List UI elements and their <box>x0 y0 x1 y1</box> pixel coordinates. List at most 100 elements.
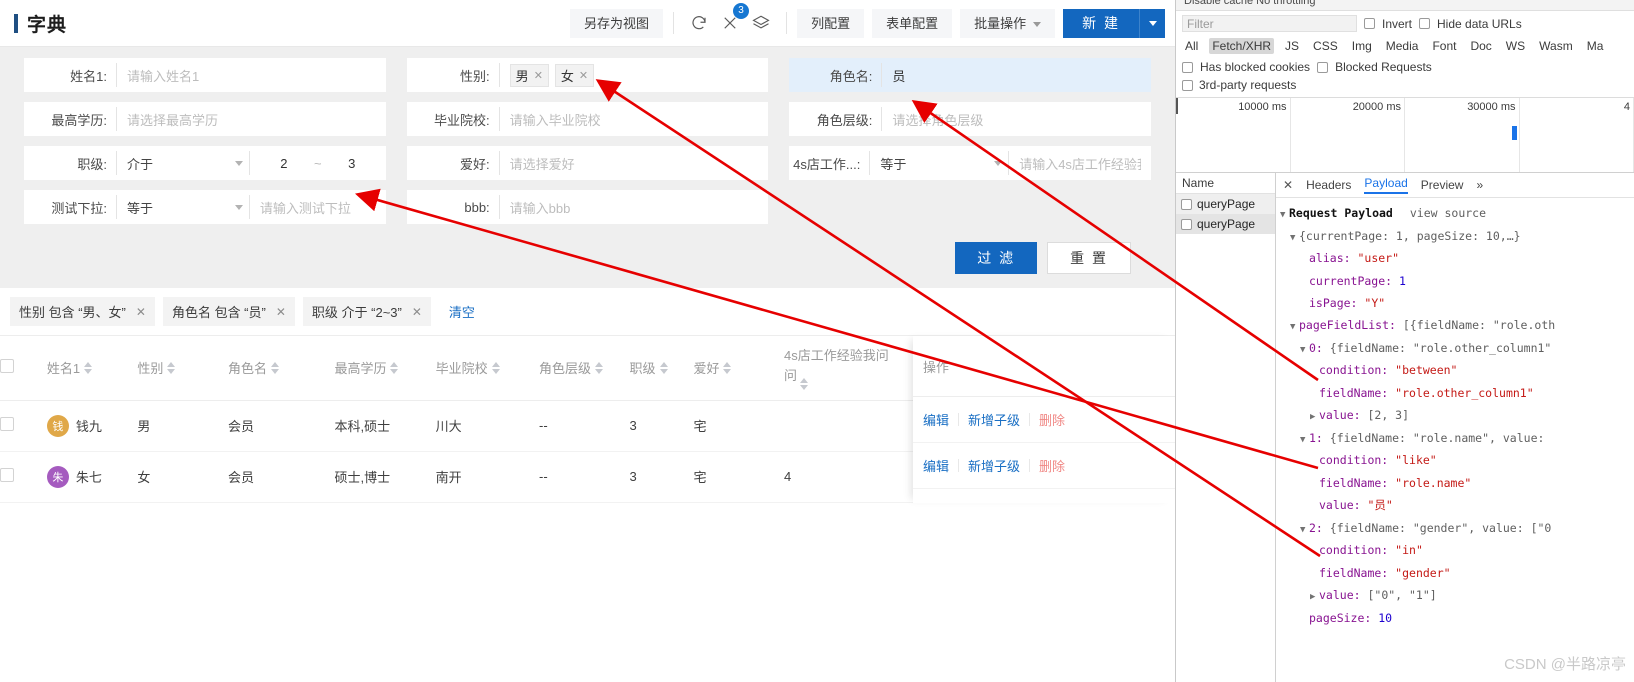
rank-from-input[interactable]: 2 <box>260 156 308 171</box>
sort-icon[interactable] <box>390 361 399 374</box>
save-as-view-button[interactable]: 另存为视图 <box>570 8 664 38</box>
sort-icon[interactable] <box>800 377 808 390</box>
type-filter-ws[interactable]: WS <box>1503 38 1528 54</box>
close-icon[interactable]: ✕ <box>412 305 422 319</box>
experience-input[interactable]: 请输入4s店工作经验我问问 <box>1019 154 1141 173</box>
column-config-button[interactable]: 列配置 <box>797 8 865 38</box>
search-input[interactable]: 请输入姓名1 <box>127 66 199 85</box>
col-header-hobby[interactable]: 爱好 <box>693 336 784 401</box>
close-icon[interactable]: ✕ <box>1283 178 1293 192</box>
filter-chip-gender[interactable]: 性别 包含 “男、女” ✕ <box>10 297 155 326</box>
refresh-icon[interactable] <box>690 14 708 32</box>
field-4s-experience[interactable]: 4s店工作...: 等于 请输入4s店工作经验我问问 <box>789 146 1152 180</box>
clear-filters-link[interactable]: 清空 <box>449 302 475 321</box>
sort-icon[interactable] <box>167 361 176 374</box>
has-blocked-cookies-checkbox[interactable] <box>1182 61 1193 73</box>
rank-range[interactable]: 2 ~ 3 <box>248 151 386 175</box>
col-header-school[interactable]: 毕业院校 <box>435 336 539 401</box>
view-source-link[interactable]: view source <box>1410 206 1486 220</box>
field-rank[interactable]: 职级: 介于 2 ~ 3 <box>24 146 386 180</box>
create-button[interactable]: 新 建 <box>1063 8 1139 38</box>
type-filter-font[interactable]: Font <box>1429 38 1459 54</box>
close-icon[interactable]: ✕ <box>276 305 286 319</box>
field-hobby-control[interactable]: 请选择爱好 <box>498 151 769 175</box>
edit-link[interactable]: 编辑 <box>923 456 949 475</box>
delete-link[interactable]: 删除 <box>1039 410 1065 429</box>
tab-payload[interactable]: Payload <box>1364 176 1408 194</box>
request-checkbox[interactable] <box>1181 218 1192 230</box>
col-header-rank[interactable]: 职级 <box>629 336 694 401</box>
col-header-education[interactable]: 最高学历 <box>334 336 436 401</box>
field-name1[interactable]: 姓名1: 请输入姓名1 <box>24 58 386 92</box>
type-filter-fetch-xhr[interactable]: Fetch/XHR <box>1209 38 1275 54</box>
field-test-dropdown[interactable]: 测试下拉: 等于 请输入测试下拉 <box>24 190 386 224</box>
close-icon[interactable]: ✕ <box>579 69 588 82</box>
type-filter-manifest[interactable]: Ma <box>1584 38 1607 54</box>
gender-tag-male[interactable]: 男 ✕ <box>509 63 549 87</box>
list-item[interactable]: queryPage <box>1176 214 1275 234</box>
chevron-down-icon[interactable] <box>1300 522 1309 540</box>
chevron-down-icon[interactable] <box>1280 207 1289 225</box>
experience-condition-select[interactable]: 等于 <box>869 151 1008 175</box>
filter-chip-rank[interactable]: 职级 介于 “2~3” ✕ <box>302 297 431 326</box>
row-checkbox[interactable] <box>0 468 14 482</box>
sort-icon[interactable] <box>84 361 93 374</box>
sort-icon[interactable] <box>659 361 668 374</box>
tab-preview[interactable]: Preview <box>1421 178 1464 192</box>
tab-headers[interactable]: Headers <box>1306 178 1351 192</box>
reset-button[interactable]: 重 置 <box>1047 242 1131 274</box>
rank-condition-select[interactable]: 介于 <box>116 151 249 175</box>
request-checkbox[interactable] <box>1181 198 1192 210</box>
field-school[interactable]: 毕业院校: 请输入毕业院校 <box>406 102 769 136</box>
type-filter-img[interactable]: Img <box>1349 38 1375 54</box>
delete-link[interactable]: 删除 <box>1039 456 1065 475</box>
type-filter-media[interactable]: Media <box>1383 38 1422 54</box>
type-filter-wasm[interactable]: Wasm <box>1536 38 1576 54</box>
chevron-right-icon[interactable] <box>1310 409 1319 427</box>
layers-icon[interactable] <box>752 14 770 32</box>
field-role-name-control[interactable]: 员 <box>881 63 1151 87</box>
chevron-down-icon[interactable] <box>1300 432 1309 450</box>
close-icon[interactable]: ✕ <box>534 69 543 82</box>
rank-to-input[interactable]: 3 <box>328 156 376 171</box>
sort-icon[interactable] <box>595 361 603 374</box>
type-filter-css[interactable]: CSS <box>1310 38 1341 54</box>
sort-icon[interactable] <box>270 361 279 374</box>
field-education[interactable]: 最高学历: 请选择最高学历 <box>24 102 386 136</box>
chevron-right-icon[interactable] <box>1310 589 1319 607</box>
field-school-control[interactable]: 请输入毕业院校 <box>498 107 769 131</box>
select-all-checkbox[interactable] <box>0 359 14 374</box>
list-item[interactable]: queryPage <box>1176 194 1275 214</box>
sort-icon[interactable] <box>491 361 500 374</box>
field-bbb[interactable]: bbb: 请输入bbb <box>406 190 769 224</box>
field-role-level-control[interactable]: 请选择角色层级 <box>881 107 1151 131</box>
filter-chip-role-name[interactable]: 角色名 包含 “员” ✕ <box>162 297 295 326</box>
role-level-select[interactable]: 请选择角色层级 <box>892 110 983 129</box>
field-role-level[interactable]: 角色层级: 请选择角色层级 <box>789 102 1152 136</box>
type-filter-all[interactable]: All <box>1182 38 1201 54</box>
col-header-role-level[interactable]: 角色层级 <box>538 336 630 401</box>
test-dropdown-input[interactable]: 请输入测试下拉 <box>260 198 351 217</box>
type-filter-js[interactable]: JS <box>1282 38 1302 54</box>
field-name1-control[interactable]: 请输入姓名1 <box>116 63 386 87</box>
type-filter-doc[interactable]: Doc <box>1467 38 1494 54</box>
add-child-link[interactable]: 新增子级 <box>968 410 1020 429</box>
chevron-down-icon[interactable] <box>1290 319 1299 337</box>
role-name-input[interactable]: 员 <box>892 66 905 85</box>
bbb-input[interactable]: 请输入bbb <box>510 198 571 217</box>
col-header-role[interactable]: 角色名 <box>227 336 335 401</box>
edit-link[interactable]: 编辑 <box>923 410 949 429</box>
close-icon[interactable]: ✕ <box>136 305 146 319</box>
col-header-gender[interactable]: 性别 <box>137 336 228 401</box>
col-header-experience[interactable]: 4s店工作经验我问问 <box>783 336 896 401</box>
field-hobby[interactable]: 爱好: 请选择爱好 <box>406 146 769 180</box>
field-4s-experience-control[interactable]: 请输入4s店工作经验我问问 <box>1008 151 1151 175</box>
field-bbb-control[interactable]: 请输入bbb <box>498 195 769 219</box>
row-checkbox[interactable] <box>0 417 14 431</box>
filter-button[interactable]: 过 滤 <box>955 242 1038 274</box>
field-test-dropdown-control[interactable]: 请输入测试下拉 <box>248 195 386 219</box>
chevron-down-icon[interactable] <box>1300 342 1309 360</box>
field-education-control[interactable]: 请选择最高学历 <box>116 107 386 131</box>
field-gender[interactable]: 性别: 男 ✕ 女 ✕ <box>406 58 769 92</box>
third-party-requests-checkbox[interactable] <box>1182 79 1193 91</box>
